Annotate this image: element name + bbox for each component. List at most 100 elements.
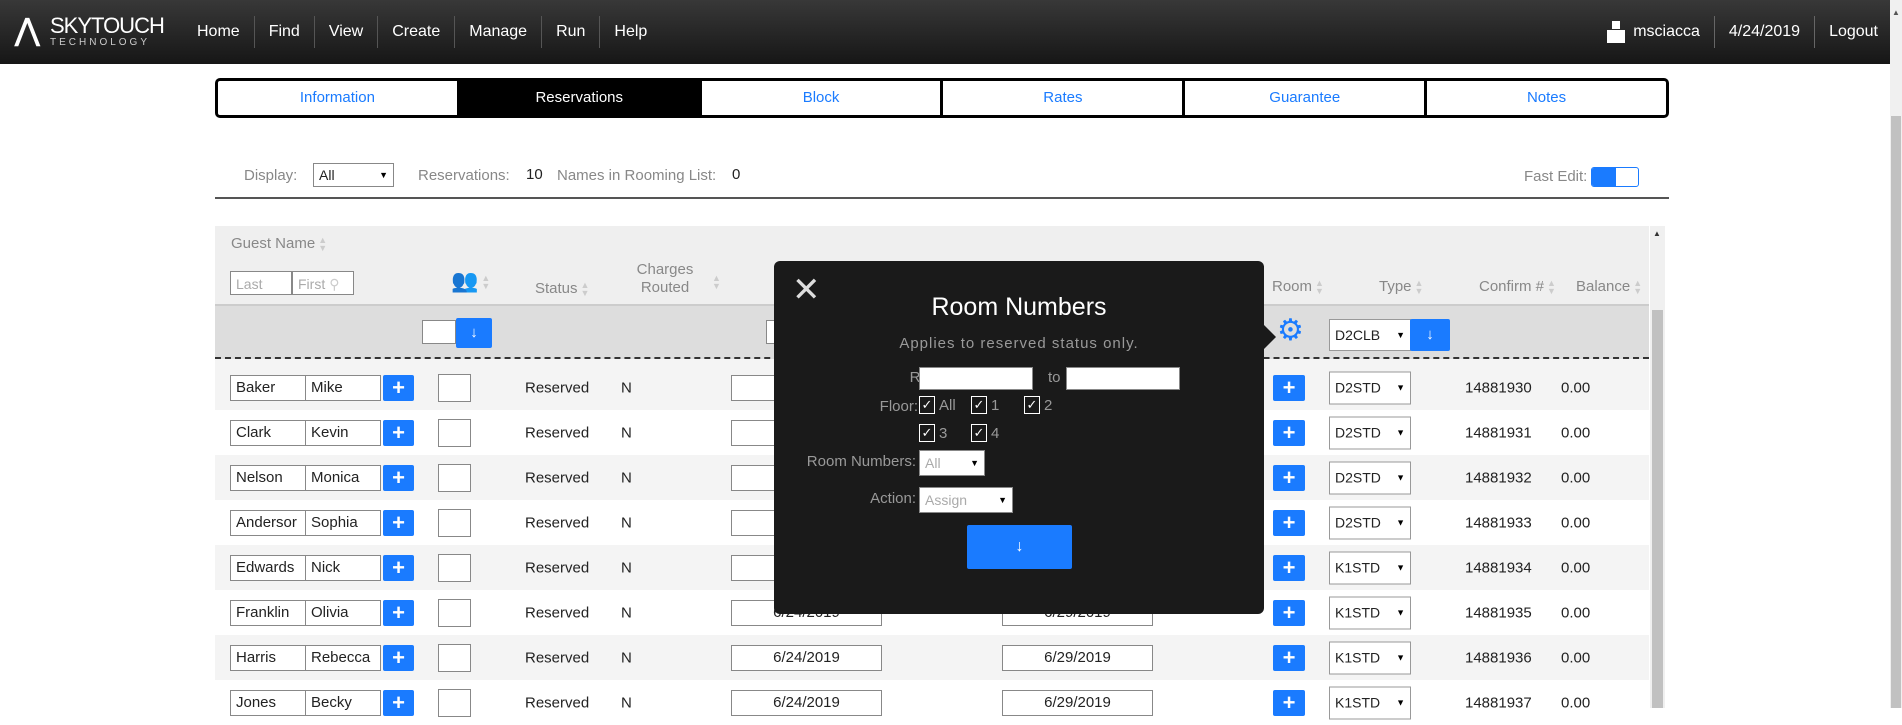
apply-room-numbers-button[interactable]: ↓ <box>967 525 1072 569</box>
last-name-input[interactable]: Jones <box>230 689 306 716</box>
guests-input[interactable] <box>438 553 471 582</box>
room-type-select[interactable]: D2STD <box>1329 371 1411 404</box>
last-name-input[interactable]: Nelson <box>230 464 306 491</box>
header-status[interactable]: Status ▲ ▼ <box>535 280 589 298</box>
username[interactable]: msciacca <box>1633 23 1700 41</box>
guests-input[interactable] <box>438 508 471 537</box>
room-type-select[interactable]: D2STD <box>1329 416 1411 449</box>
departure-date-input[interactable]: 6/29/2019 <box>1002 689 1153 716</box>
table-scrollbar[interactable]: ▲ <box>1650 226 1665 708</box>
room-type-select[interactable]: K1STD <box>1329 686 1411 719</box>
menu-view[interactable]: View <box>315 16 379 48</box>
room-type-select[interactable]: D2STD <box>1329 461 1411 494</box>
menu-create[interactable]: Create <box>378 16 456 48</box>
room-type-select[interactable]: D2STD <box>1329 506 1411 539</box>
add-guest-button[interactable]: + <box>383 509 414 536</box>
action-select[interactable]: Assign <box>919 487 1013 513</box>
bulk-guests-input[interactable] <box>422 320 456 344</box>
tab-reservations[interactable]: Reservations <box>459 81 702 115</box>
last-name-input[interactable]: Edwards <box>230 554 306 581</box>
add-guest-button[interactable]: + <box>383 554 414 581</box>
guests-icon[interactable]: 👥 ▲ ▼ <box>451 268 490 294</box>
first-name-input[interactable]: Becky <box>305 689 381 716</box>
departure-date-input[interactable]: 6/29/2019 <box>1002 644 1153 671</box>
header-room[interactable]: Room ▲ ▼ <box>1272 278 1324 296</box>
scroll-up-icon[interactable]: ▲ <box>1892 8 1900 17</box>
add-guest-button[interactable]: + <box>383 374 414 401</box>
header-confirm[interactable]: Confirm # ▲ ▼ <box>1479 278 1556 296</box>
first-name-input[interactable]: Sophia <box>305 509 381 536</box>
first-name-input[interactable]: Rebecca <box>305 644 381 671</box>
logout-link[interactable]: Logout <box>1829 23 1878 41</box>
add-room-button[interactable]: + <box>1273 644 1305 671</box>
fast-edit-toggle[interactable] <box>1591 167 1639 187</box>
header-guest-name[interactable]: Guest Name ▲ ▼ <box>231 235 327 253</box>
add-guest-button[interactable]: + <box>383 419 414 446</box>
room-type-select[interactable]: K1STD <box>1329 551 1411 584</box>
add-room-button[interactable]: + <box>1273 599 1305 626</box>
floor-4-checkbox[interactable]: ✓ 4 <box>971 424 999 442</box>
header-charges-routed[interactable]: Charges Routed <box>625 261 705 297</box>
first-name-input[interactable]: Mike <box>305 374 381 401</box>
last-name-filter[interactable]: Last <box>230 271 292 295</box>
add-room-button[interactable]: + <box>1273 689 1305 716</box>
add-room-button[interactable]: + <box>1273 509 1305 536</box>
add-guest-button[interactable]: + <box>383 689 414 716</box>
guests-input[interactable] <box>438 688 471 717</box>
add-room-button[interactable]: + <box>1273 554 1305 581</box>
room-numbers-select[interactable]: All <box>919 450 985 476</box>
header-type[interactable]: Type ▲ ▼ <box>1379 278 1423 296</box>
apply-guests-button[interactable]: ↓ <box>456 318 492 348</box>
skytouch-logo[interactable]: ⋀ SKYTOUCH TECHNOLOGY <box>15 11 165 51</box>
tab-guarantee[interactable]: Guarantee <box>1185 81 1428 115</box>
range-from-input[interactable] <box>919 367 1033 390</box>
floor-all-checkbox[interactable]: ✓ All <box>919 396 956 414</box>
add-guest-button[interactable]: + <box>383 599 414 626</box>
floor-1-checkbox[interactable]: ✓ 1 <box>971 396 999 414</box>
room-type-select[interactable]: K1STD <box>1329 641 1411 674</box>
first-name-input[interactable]: Olivia <box>305 599 381 626</box>
range-to-input[interactable] <box>1066 367 1180 390</box>
first-name-input[interactable]: Nick <box>305 554 381 581</box>
add-guest-button[interactable]: + <box>383 464 414 491</box>
menu-manage[interactable]: Manage <box>455 16 543 48</box>
menu-help[interactable]: Help <box>600 16 661 48</box>
add-room-button[interactable]: + <box>1273 419 1305 446</box>
floor-3-checkbox[interactable]: ✓ 3 <box>919 424 947 442</box>
guests-input[interactable] <box>438 373 471 402</box>
display-select[interactable]: All <box>313 163 394 187</box>
search-icon[interactable]: ⚲ <box>329 276 339 292</box>
tab-notes[interactable]: Notes <box>1427 81 1666 115</box>
room-type-select[interactable]: K1STD <box>1329 596 1411 629</box>
guests-input[interactable] <box>438 418 471 447</box>
arrival-date-input[interactable]: 6/24/2019 <box>731 644 882 671</box>
tab-information[interactable]: Information <box>218 81 460 115</box>
add-guest-button[interactable]: + <box>383 644 414 671</box>
add-room-button[interactable]: + <box>1273 374 1305 401</box>
first-name-input[interactable]: Monica <box>305 464 381 491</box>
bulk-type-select[interactable]: D2CLB <box>1329 319 1411 351</box>
tab-rates[interactable]: Rates <box>943 81 1186 115</box>
tab-block[interactable]: Block <box>702 81 944 115</box>
last-name-input[interactable]: Clark <box>230 419 306 446</box>
last-name-input[interactable]: Andersor <box>230 509 306 536</box>
guests-input[interactable] <box>438 598 471 627</box>
guests-input[interactable] <box>438 643 471 672</box>
menu-home[interactable]: Home <box>183 16 255 48</box>
add-room-button[interactable]: + <box>1273 464 1305 491</box>
guests-input[interactable] <box>438 463 471 492</box>
arrival-date-input[interactable]: 6/24/2019 <box>731 689 882 716</box>
first-name-input[interactable]: Kevin <box>305 419 381 446</box>
last-name-input[interactable]: Franklin <box>230 599 306 626</box>
page-scrollbar[interactable]: ▲ <box>1890 0 1902 708</box>
header-balance[interactable]: Balance ▲ ▼ <box>1576 278 1642 296</box>
gear-icon[interactable]: ⚙ <box>1277 316 1304 346</box>
floor-2-checkbox[interactable]: ✓ 2 <box>1024 396 1052 414</box>
last-name-input[interactable]: Harris <box>230 644 306 671</box>
first-name-filter[interactable]: First ⚲ <box>292 271 354 295</box>
apply-type-button[interactable]: ↓ <box>1410 319 1450 351</box>
last-name-input[interactable]: Baker <box>230 374 306 401</box>
menu-run[interactable]: Run <box>542 16 601 48</box>
balance-value: 0.00 <box>1561 469 1591 486</box>
menu-find[interactable]: Find <box>255 16 315 48</box>
